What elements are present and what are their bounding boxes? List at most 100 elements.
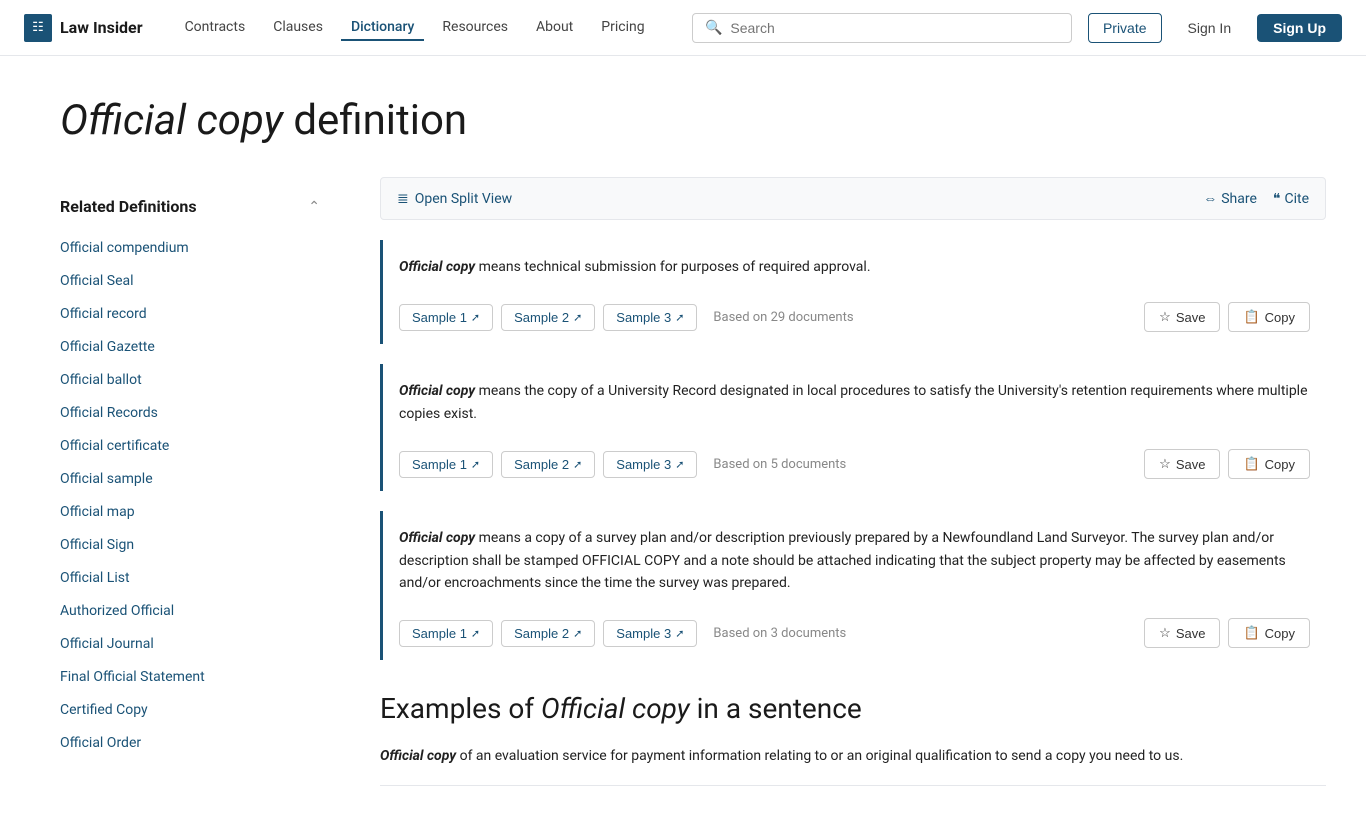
navbar: ☷ Law Insider Contracts Clauses Dictionary… [0, 0, 1366, 56]
sample-2-button-def-3[interactable]: Sample 2 ➚ [501, 620, 595, 647]
sidebar-items: Official compendiumOfficial SealOfficial… [60, 232, 320, 760]
sample-3-button-def-1[interactable]: Sample 3 ➚ [603, 304, 697, 331]
star-icon: ☆ [1159, 456, 1171, 472]
sidebar: Related Definitions ⌃ Official compendiu… [0, 177, 340, 826]
cite-button[interactable]: ❝ Cite [1273, 191, 1309, 207]
nav-link-dictionary[interactable]: Dictionary [341, 15, 424, 41]
sample-buttons-3: Sample 1 ➚ Sample 2 ➚ Sample 3 ➚ Based on 3… [399, 620, 846, 647]
search-bar[interactable]: 🔍 [692, 13, 1072, 43]
sample-2-button-def-1[interactable]: Sample 2 ➚ [501, 304, 595, 331]
copy-icon: 📋 [1243, 625, 1259, 641]
nav-link-contracts[interactable]: Contracts [175, 15, 256, 41]
sidebar-item[interactable]: Official compendium [60, 232, 320, 265]
sample-2-button-def-2[interactable]: Sample 2 ➚ [501, 451, 595, 478]
sidebar-item[interactable]: Official Gazette [60, 331, 320, 364]
sidebar-item[interactable]: Certified Copy [60, 694, 320, 727]
examples-container: Official copy of an evaluation service f… [380, 745, 1326, 786]
search-icon: 🔍 [705, 20, 722, 36]
sidebar-toggle-icon[interactable]: ⌃ [308, 199, 320, 215]
page-title-area: Official copy definition [0, 56, 1366, 177]
signin-button[interactable]: Sign In [1174, 14, 1246, 42]
sidebar-item[interactable]: Official List [60, 562, 320, 595]
card-actions-1: ☆ Save 📋 Copy [1144, 302, 1310, 332]
search-input[interactable] [730, 20, 1059, 36]
sidebar-item[interactable]: Authorized Official [60, 595, 320, 628]
save-button-def-3[interactable]: ☆ Save [1144, 618, 1220, 648]
toolbar-left: ≣ Open Split View [397, 191, 512, 207]
sidebar-item[interactable]: Official sample [60, 463, 320, 496]
content-area: ≣ Open Split View ⇔ Share ❝ Cite Officia… [340, 177, 1366, 826]
copy-button-def-3[interactable]: 📋 Copy [1228, 618, 1310, 648]
definition-footer-2: Sample 1 ➚ Sample 2 ➚ Sample 3 ➚ Based on 5… [399, 439, 1310, 491]
sidebar-item[interactable]: Official record [60, 298, 320, 331]
copy-icon: 📋 [1243, 456, 1259, 472]
sidebar-item[interactable]: Official Journal [60, 628, 320, 661]
split-view-label: Open Split View [415, 191, 512, 207]
sidebar-item[interactable]: Official Order [60, 727, 320, 760]
example-text-1: Official copy of an evaluation service f… [380, 745, 1326, 786]
definition-text-3: Official copy means a copy of a survey p… [399, 527, 1310, 594]
sample-1-button-def-3[interactable]: Sample 1 ➚ [399, 620, 493, 647]
definition-card-3: Official copy means a copy of a survey p… [380, 511, 1326, 660]
signup-button[interactable]: Sign Up [1257, 14, 1342, 42]
logo-text: Law Insider [60, 18, 143, 37]
sidebar-header: Related Definitions ⌃ [60, 197, 320, 216]
nav-links: Contracts Clauses Dictionary Resources About… [175, 15, 692, 41]
sidebar-item[interactable]: Official Records [60, 397, 320, 430]
nav-actions: Private Sign In Sign Up [1088, 13, 1342, 43]
definitions-container: Official copy means technical submission… [380, 240, 1326, 660]
split-view-button[interactable]: ≣ Open Split View [397, 191, 512, 207]
nav-link-resources[interactable]: Resources [432, 15, 518, 41]
sample-buttons-2: Sample 1 ➚ Sample 2 ➚ Sample 3 ➚ Based on 5… [399, 451, 846, 478]
sample-3-button-def-3[interactable]: Sample 3 ➚ [603, 620, 697, 647]
sidebar-item[interactable]: Official map [60, 496, 320, 529]
definition-text-2: Official copy means the copy of a Univer… [399, 380, 1310, 425]
based-on-1: Based on 29 documents [713, 310, 853, 325]
copy-icon: 📋 [1243, 309, 1259, 325]
nav-link-pricing[interactable]: Pricing [591, 15, 654, 41]
sidebar-item[interactable]: Official Sign [60, 529, 320, 562]
sample-1-button-def-2[interactable]: Sample 1 ➚ [399, 451, 493, 478]
definition-footer-3: Sample 1 ➚ Sample 2 ➚ Sample 3 ➚ Based on 3… [399, 608, 1310, 660]
card-actions-3: ☆ Save 📋 Copy [1144, 618, 1310, 648]
star-icon: ☆ [1159, 625, 1171, 641]
share-icon: ⇔ [1203, 190, 1217, 207]
based-on-3: Based on 3 documents [713, 626, 846, 641]
card-actions-2: ☆ Save 📋 Copy [1144, 449, 1310, 479]
definition-text-1: Official copy means technical submission… [399, 256, 1310, 278]
save-button-def-2[interactable]: ☆ Save [1144, 449, 1220, 479]
share-label: Share [1221, 191, 1257, 207]
sidebar-item[interactable]: Official Seal [60, 265, 320, 298]
logo-icon: ☷ [24, 14, 52, 42]
copy-button-def-1[interactable]: 📋 Copy [1228, 302, 1310, 332]
definition-card-1: Official copy means technical submission… [380, 240, 1326, 344]
toolbar-right: ⇔ Share ❝ Cite [1203, 190, 1309, 207]
sample-buttons-1: Sample 1 ➚ Sample 2 ➚ Sample 3 ➚ Based on 2… [399, 304, 854, 331]
page-title-normal: definition [283, 96, 467, 145]
cite-label: Cite [1284, 191, 1309, 207]
sidebar-item[interactable]: Official ballot [60, 364, 320, 397]
definition-footer-1: Sample 1 ➚ Sample 2 ➚ Sample 3 ➚ Based on 2… [399, 292, 1310, 344]
logo[interactable]: ☷ Law Insider [24, 14, 143, 42]
private-button[interactable]: Private [1088, 13, 1162, 43]
based-on-2: Based on 5 documents [713, 457, 846, 472]
star-icon: ☆ [1159, 309, 1171, 325]
share-button[interactable]: ⇔ Share [1203, 190, 1257, 207]
examples-title: Examples of Official copy in a sentence [380, 692, 1326, 725]
sidebar-item[interactable]: Final Official Statement [60, 661, 320, 694]
nav-link-about[interactable]: About [526, 15, 583, 41]
split-view-icon: ≣ [397, 191, 409, 207]
nav-link-clauses[interactable]: Clauses [263, 15, 333, 41]
cite-icon: ❝ [1273, 191, 1281, 207]
main-container: Related Definitions ⌃ Official compendiu… [0, 177, 1366, 826]
page-title: Official copy definition [60, 96, 1306, 145]
sample-3-button-def-2[interactable]: Sample 3 ➚ [603, 451, 697, 478]
copy-button-def-2[interactable]: 📋 Copy [1228, 449, 1310, 479]
page-title-italic: Official copy [60, 96, 283, 145]
examples-section: Examples of Official copy in a sentence … [380, 692, 1326, 786]
sample-1-button-def-1[interactable]: Sample 1 ➚ [399, 304, 493, 331]
toolbar: ≣ Open Split View ⇔ Share ❝ Cite [380, 177, 1326, 220]
save-button-def-1[interactable]: ☆ Save [1144, 302, 1220, 332]
sidebar-title: Related Definitions [60, 197, 197, 216]
sidebar-item[interactable]: Official certificate [60, 430, 320, 463]
